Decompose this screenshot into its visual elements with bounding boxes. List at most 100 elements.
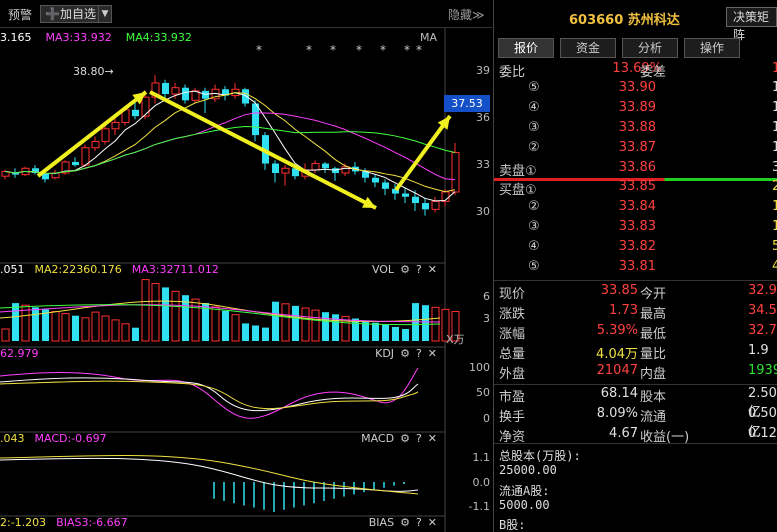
- decision-matrix-button[interactable]: 决策矩阵: [726, 7, 777, 42]
- help-icon[interactable]: ?: [416, 347, 422, 360]
- indicator-value: 2:-1.203: [0, 516, 47, 529]
- volume-bar: [272, 301, 279, 341]
- gear-icon[interactable]: ⚙: [400, 516, 410, 529]
- share-info: 5000.00: [499, 498, 550, 512]
- volume-bar: [281, 303, 290, 342]
- indicator-value: MA3:32711.012: [131, 263, 219, 276]
- volume-bar: [252, 325, 259, 341]
- chart-area[interactable]: 预警 ➕加自选 ▼ 隐藏≫ 3.165 MA3:33.932 MA4:33.932 …: [0, 0, 492, 532]
- quote-cell: 内盘: [640, 367, 667, 382]
- macd-dif-line: [0, 457, 419, 492]
- share-info: 流通A股:: [499, 484, 550, 498]
- quote-cell: 33.90: [618, 80, 656, 95]
- macd-name: MACD: [361, 432, 395, 445]
- current-price-tag: 37.53: [444, 95, 490, 112]
- volume-bar: [292, 305, 299, 341]
- quote-cell: 1.9: [748, 343, 769, 358]
- candle-body: [81, 147, 90, 166]
- price-tick: 36: [476, 111, 490, 124]
- sell-row: ② 33.87 1: [494, 140, 777, 159]
- kdj-name: KDJ: [375, 347, 395, 360]
- share-info: 25000.00: [499, 463, 557, 477]
- axis-tick: -1.1: [468, 500, 490, 513]
- sell-row: ③ 33.88 1: [494, 120, 777, 139]
- axis-tick: 6: [483, 290, 490, 303]
- quote-cell: 1: [772, 120, 777, 135]
- quote-panel: 603660 苏州科达 决策矩阵 报价 资金 分析 操作 委比 13.69% 委差 1 ⑤ 33…: [493, 0, 777, 532]
- indicator-value: .043: [0, 432, 25, 445]
- quote-cell: ⑤: [528, 259, 540, 274]
- quote-cell: 33.83: [618, 219, 656, 234]
- quote-cell: 68.14: [600, 386, 638, 401]
- volume-bar: [422, 305, 429, 341]
- quote-cell: 涨幅: [499, 327, 526, 342]
- candle-body: [372, 177, 379, 183]
- axis-tick: 100: [469, 361, 490, 374]
- price-tick: 39: [476, 64, 490, 77]
- vol-name: VOL: [371, 263, 395, 276]
- candle-body: [341, 166, 350, 174]
- vol-panel-header: .051 MA2:22360.176 MA3:32711.012 VOL ⚙? ✕: [0, 263, 445, 277]
- bias-name: BIAS: [368, 516, 395, 529]
- price-tick: 30: [476, 205, 490, 218]
- volume-bar: [392, 326, 399, 341]
- kdj-j-line: [0, 367, 419, 419]
- quote-cell: 委比: [499, 65, 526, 80]
- quote-cell: 2: [772, 179, 777, 194]
- buy-row: ⑤ 33.81 4: [494, 259, 777, 278]
- candle-body: [162, 82, 169, 95]
- quote-cell: 外盘: [499, 367, 526, 382]
- quote-cell: 量比: [640, 347, 667, 362]
- quote-cell: 1: [772, 140, 777, 155]
- quote-cell: ③: [528, 219, 540, 234]
- quote-cell: ②: [528, 140, 540, 155]
- help-icon[interactable]: ?: [416, 432, 422, 445]
- axis-tick: 0.0: [472, 476, 491, 489]
- vol-unit: X万: [446, 333, 465, 346]
- close-icon[interactable]: ✕: [428, 432, 437, 445]
- volume-bar: [12, 303, 19, 341]
- kdj-panel-header: 62.979 KDJ ⚙? ✕: [0, 347, 445, 361]
- gear-icon[interactable]: ⚙: [400, 347, 410, 360]
- tab-0[interactable]: 报价: [498, 38, 554, 58]
- volume-bar: [61, 313, 70, 342]
- volume-bar: [132, 327, 139, 341]
- volume-bar: [141, 279, 150, 342]
- quote-cell: 最高: [640, 307, 667, 322]
- quote-cell: 32.7: [748, 323, 777, 338]
- gear-icon[interactable]: ⚙: [400, 432, 410, 445]
- tab-3[interactable]: 操作: [684, 38, 740, 58]
- trend-arrow: [394, 114, 452, 192]
- quote-cell: 1: [772, 100, 777, 115]
- candle-body: [91, 140, 100, 149]
- quote-cell: ④: [528, 100, 540, 115]
- quote-cell: 涨跌: [499, 307, 526, 322]
- candle-body: [202, 90, 209, 99]
- candle-body: [171, 87, 180, 95]
- price-tick: 33: [476, 158, 490, 171]
- divider: [494, 280, 777, 281]
- tab-2[interactable]: 分析: [622, 38, 678, 58]
- candle-body: [72, 161, 79, 166]
- volume-bar: [402, 329, 409, 341]
- quote-cell: 4.04万: [596, 347, 638, 362]
- gear-icon[interactable]: ⚙: [400, 263, 410, 276]
- quote-cell: 买盘①: [499, 183, 537, 198]
- candle-body: [332, 168, 339, 174]
- share-info: B股:: [499, 518, 526, 532]
- close-icon[interactable]: ✕: [428, 516, 437, 529]
- quote-cell: 卖盘①: [499, 164, 537, 179]
- ma-line: [4, 92, 456, 193]
- close-icon[interactable]: ✕: [428, 263, 437, 276]
- volume-bar: [32, 307, 39, 341]
- axis-tick: 1.1: [472, 451, 491, 464]
- volume-bar: [222, 310, 229, 341]
- quote-cell: 33.86: [618, 160, 656, 175]
- close-icon[interactable]: ✕: [428, 347, 437, 360]
- help-icon[interactable]: ?: [416, 516, 422, 529]
- volume-bar: [372, 322, 379, 341]
- help-icon[interactable]: ?: [416, 263, 422, 276]
- quote-cell: 33.89: [618, 100, 656, 115]
- candle-body: [412, 196, 419, 204]
- tab-1[interactable]: 资金: [560, 38, 616, 58]
